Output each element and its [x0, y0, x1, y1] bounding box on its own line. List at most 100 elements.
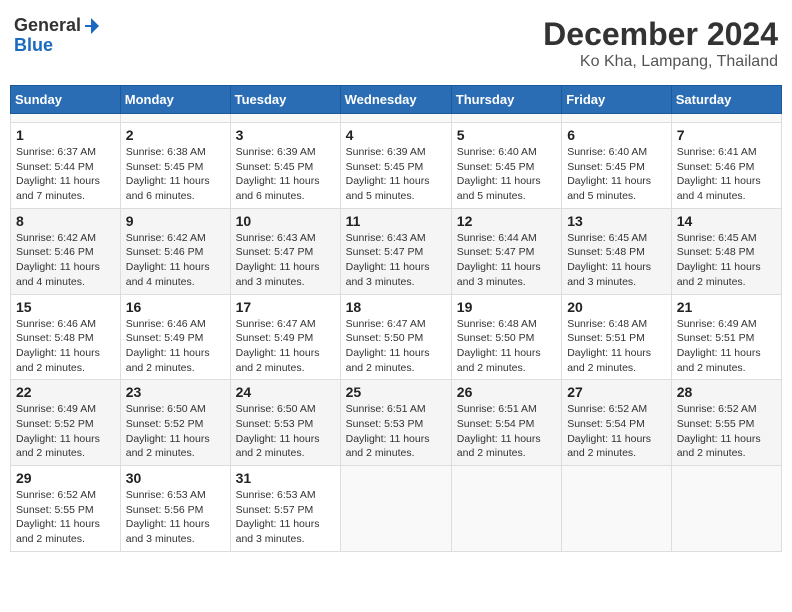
calendar-cell-w0-d1: [120, 114, 230, 123]
day-number: 6: [567, 127, 666, 143]
day-info: Sunrise: 6:42 AMSunset: 5:46 PMDaylight:…: [126, 231, 225, 290]
calendar-cell-w2-d3: 11 Sunrise: 6:43 AMSunset: 5:47 PMDayligh…: [340, 208, 451, 294]
day-number: 19: [457, 299, 556, 315]
calendar-cell-w5-d2: 31Sunrise: 6:53 AMSunset: 5:57 PMDayligh…: [230, 466, 340, 552]
day-number: 29: [16, 470, 115, 486]
calendar-cell-w1-d6: 7Sunrise: 6:41 AMSunset: 5:46 PMDaylight…: [671, 123, 781, 209]
day-number: 3: [236, 127, 335, 143]
day-number: 2: [126, 127, 225, 143]
title-block: December 2024 Ko Kha, Lampang, Thailand: [543, 16, 778, 71]
calendar-cell-w0-d2: [230, 114, 340, 123]
calendar-cell-w4-d5: 27 Sunrise: 6:52 AMSunset: 5:54 PMDayligh…: [562, 380, 672, 466]
calendar-cell-w3-d0: 15Sunrise: 6:46 AMSunset: 5:48 PMDayligh…: [11, 294, 121, 380]
calendar-cell-w5-d6: [671, 466, 781, 552]
day-number: 10: [236, 213, 335, 229]
day-info: Sunrise: 6:48 AMSunset: 5:50 PMDaylight:…: [457, 317, 556, 376]
day-number: 21: [677, 299, 776, 315]
calendar-cell-w4-d6: 28 Sunrise: 6:52 AMSunset: 5:55 PMDayligh…: [671, 380, 781, 466]
day-info: Sunrise: 6:47 AMSunset: 5:49 PMDaylight:…: [236, 317, 335, 376]
calendar-cell-w1-d3: 4 Sunrise: 6:39 AMSunset: 5:45 PMDaylight…: [340, 123, 451, 209]
day-info: Sunrise: 6:49 AMSunset: 5:52 PMDaylight:…: [16, 402, 115, 461]
calendar-header-row: Sunday Monday Tuesday Wednesday Thursday…: [11, 86, 782, 114]
day-info: Sunrise: 6:52 AMSunset: 5:55 PMDaylight:…: [677, 402, 776, 461]
day-number: 30: [126, 470, 225, 486]
calendar-title: December 2024: [543, 16, 778, 53]
col-tuesday: Tuesday: [230, 86, 340, 114]
day-number: 16: [126, 299, 225, 315]
day-number: 26: [457, 384, 556, 400]
day-number: 20: [567, 299, 666, 315]
calendar-cell-w2-d2: 10Sunrise: 6:43 AMSunset: 5:47 PMDayligh…: [230, 208, 340, 294]
calendar-cell-w2-d0: 8Sunrise: 6:42 AMSunset: 5:46 PMDaylight…: [11, 208, 121, 294]
calendar-cell-w4-d1: 23Sunrise: 6:50 AMSunset: 5:52 PMDayligh…: [120, 380, 230, 466]
calendar-cell-w3-d5: 20 Sunrise: 6:48 AMSunset: 5:51 PMDayligh…: [562, 294, 672, 380]
day-number: 28: [677, 384, 776, 400]
day-info: Sunrise: 6:40 AMSunset: 5:45 PMDaylight:…: [567, 145, 666, 204]
calendar-cell-w5-d5: [562, 466, 672, 552]
day-number: 12: [457, 213, 556, 229]
day-number: 8: [16, 213, 115, 229]
calendar-week-1: 1Sunrise: 6:37 AMSunset: 5:44 PMDaylight…: [11, 123, 782, 209]
calendar-cell-w5-d1: 30 Sunrise: 6:53 AMSunset: 5:56 PMDayligh…: [120, 466, 230, 552]
calendar-cell-w5-d3: [340, 466, 451, 552]
day-info: Sunrise: 6:52 AMSunset: 5:54 PMDaylight:…: [567, 402, 666, 461]
calendar-cell-w1-d0: 1Sunrise: 6:37 AMSunset: 5:44 PMDaylight…: [11, 123, 121, 209]
day-number: 13: [567, 213, 666, 229]
day-info: Sunrise: 6:43 AMSunset: 5:47 PMDaylight:…: [346, 231, 446, 290]
calendar-cell-w5-d0: 29 Sunrise: 6:52 AMSunset: 5:55 PMDayligh…: [11, 466, 121, 552]
calendar-cell-w2-d1: 9 Sunrise: 6:42 AMSunset: 5:46 PMDaylight…: [120, 208, 230, 294]
logo-general-text: General: [14, 15, 81, 35]
day-info: Sunrise: 6:44 AMSunset: 5:47 PMDaylight:…: [457, 231, 556, 290]
calendar-week-5: 29 Sunrise: 6:52 AMSunset: 5:55 PMDayligh…: [11, 466, 782, 552]
day-number: 11: [346, 213, 446, 229]
col-thursday: Thursday: [451, 86, 561, 114]
calendar-table: Sunday Monday Tuesday Wednesday Thursday…: [10, 85, 782, 552]
calendar-cell-w4-d2: 24 Sunrise: 6:50 AMSunset: 5:53 PMDayligh…: [230, 380, 340, 466]
col-wednesday: Wednesday: [340, 86, 451, 114]
logo-icon: [82, 17, 100, 35]
col-sunday: Sunday: [11, 86, 121, 114]
col-friday: Friday: [562, 86, 672, 114]
day-info: Sunrise: 6:38 AMSunset: 5:45 PMDaylight:…: [126, 145, 225, 204]
day-info: Sunrise: 6:48 AMSunset: 5:51 PMDaylight:…: [567, 317, 666, 376]
calendar-week-0: [11, 114, 782, 123]
day-number: 14: [677, 213, 776, 229]
day-info: Sunrise: 6:50 AMSunset: 5:53 PMDaylight:…: [236, 402, 335, 461]
col-monday: Monday: [120, 86, 230, 114]
page-header: General Blue December 2024 Ko Kha, Lampa…: [10, 10, 782, 77]
day-info: Sunrise: 6:50 AMSunset: 5:52 PMDaylight:…: [126, 402, 225, 461]
calendar-week-4: 22Sunrise: 6:49 AMSunset: 5:52 PMDayligh…: [11, 380, 782, 466]
calendar-cell-w5-d4: [451, 466, 561, 552]
day-number: 7: [677, 127, 776, 143]
day-info: Sunrise: 6:52 AMSunset: 5:55 PMDaylight:…: [16, 488, 115, 547]
day-info: Sunrise: 6:53 AMSunset: 5:56 PMDaylight:…: [126, 488, 225, 547]
day-number: 4: [346, 127, 446, 143]
calendar-cell-w2-d4: 12 Sunrise: 6:44 AMSunset: 5:47 PMDayligh…: [451, 208, 561, 294]
calendar-subtitle: Ko Kha, Lampang, Thailand: [543, 53, 778, 71]
day-info: Sunrise: 6:39 AMSunset: 5:45 PMDaylight:…: [236, 145, 335, 204]
col-saturday: Saturday: [671, 86, 781, 114]
calendar-cell-w0-d5: [562, 114, 672, 123]
calendar-cell-w1-d1: 2 Sunrise: 6:38 AMSunset: 5:45 PMDaylight…: [120, 123, 230, 209]
day-number: 15: [16, 299, 115, 315]
day-info: Sunrise: 6:51 AMSunset: 5:54 PMDaylight:…: [457, 402, 556, 461]
calendar-cell-w4-d4: 26 Sunrise: 6:51 AMSunset: 5:54 PMDayligh…: [451, 380, 561, 466]
day-number: 9: [126, 213, 225, 229]
day-number: 27: [567, 384, 666, 400]
day-info: Sunrise: 6:51 AMSunset: 5:53 PMDaylight:…: [346, 402, 446, 461]
calendar-cell-w2-d5: 13Sunrise: 6:45 AMSunset: 5:48 PMDayligh…: [562, 208, 672, 294]
day-number: 17: [236, 299, 335, 315]
day-info: Sunrise: 6:45 AMSunset: 5:48 PMDaylight:…: [677, 231, 776, 290]
calendar-cell-w3-d2: 17 Sunrise: 6:47 AMSunset: 5:49 PMDayligh…: [230, 294, 340, 380]
logo: General Blue: [14, 16, 101, 56]
calendar-cell-w4-d0: 22Sunrise: 6:49 AMSunset: 5:52 PMDayligh…: [11, 380, 121, 466]
calendar-cell-w4-d3: 25 Sunrise: 6:51 AMSunset: 5:53 PMDayligh…: [340, 380, 451, 466]
day-number: 24: [236, 384, 335, 400]
day-number: 25: [346, 384, 446, 400]
day-info: Sunrise: 6:39 AMSunset: 5:45 PMDaylight:…: [346, 145, 446, 204]
calendar-cell-w3-d3: 18Sunrise: 6:47 AMSunset: 5:50 PMDayligh…: [340, 294, 451, 380]
calendar-cell-w3-d1: 16Sunrise: 6:46 AMSunset: 5:49 PMDayligh…: [120, 294, 230, 380]
day-number: 1: [16, 127, 115, 143]
day-info: Sunrise: 6:47 AMSunset: 5:50 PMDaylight:…: [346, 317, 446, 376]
calendar-cell-w1-d5: 6 Sunrise: 6:40 AMSunset: 5:45 PMDaylight…: [562, 123, 672, 209]
